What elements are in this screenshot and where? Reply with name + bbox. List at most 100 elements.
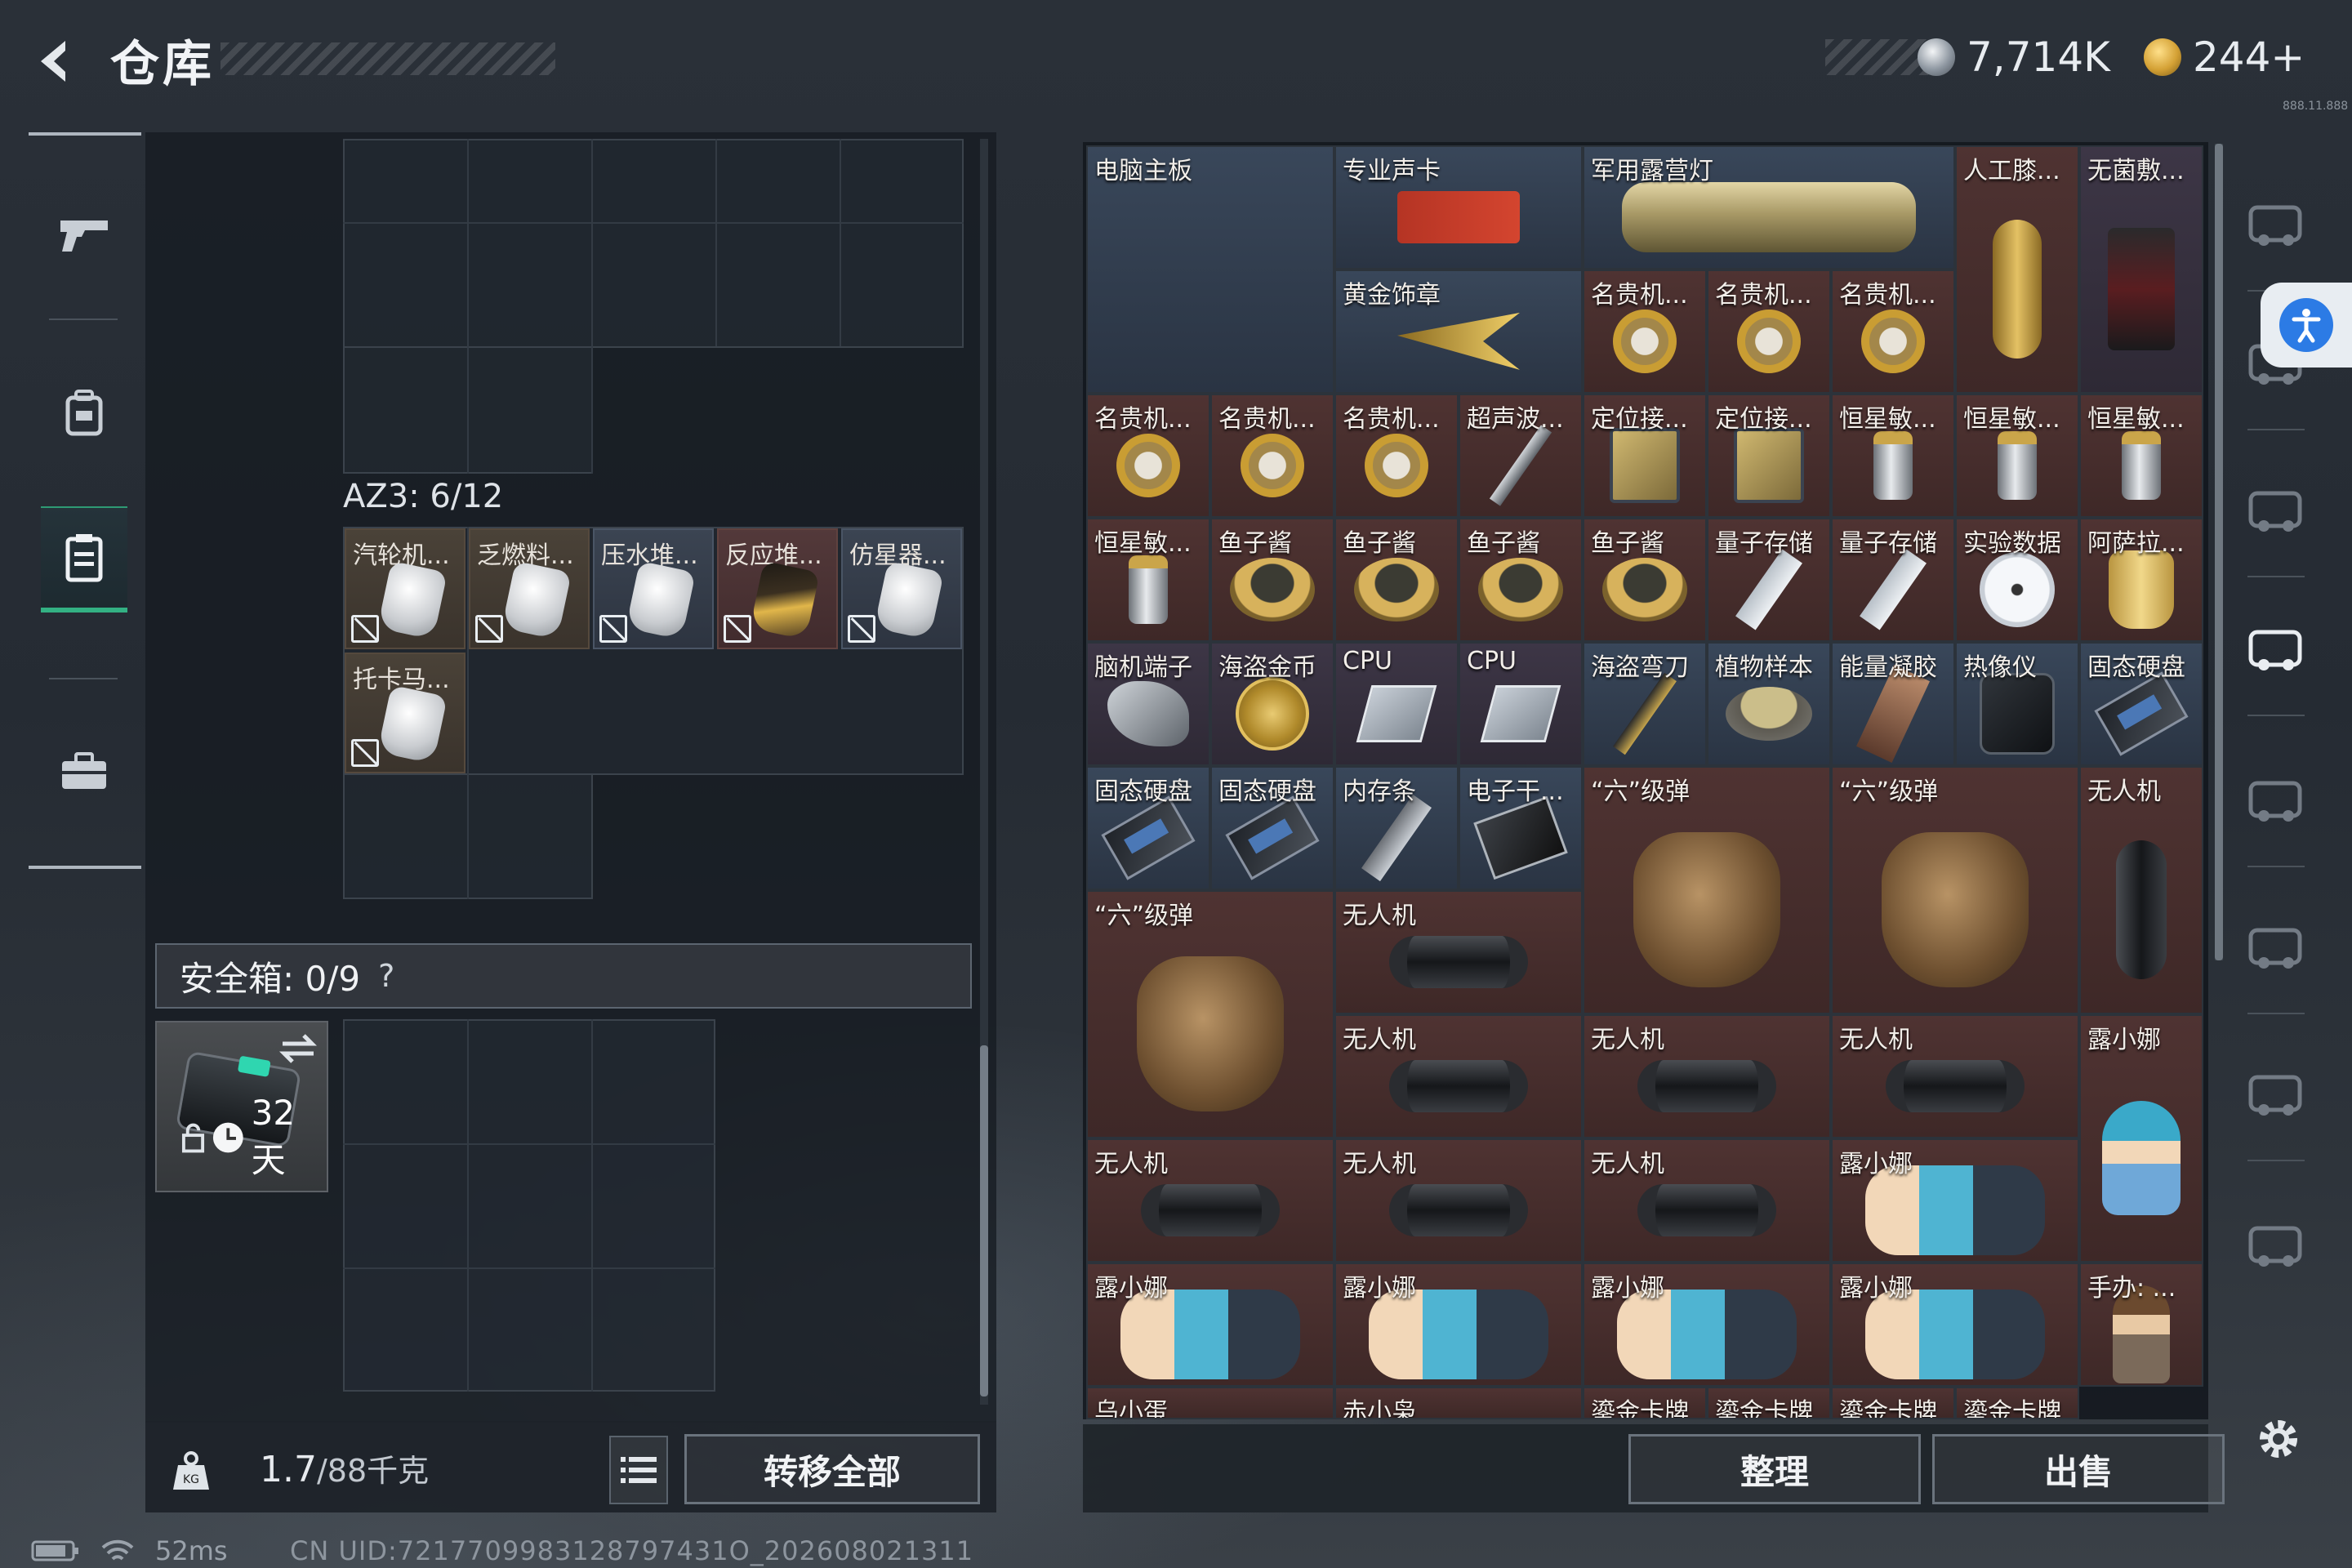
- storage-item[interactable]: 超声波...: [1459, 394, 1583, 518]
- vehicle-slot[interactable]: [2242, 1058, 2309, 1125]
- storage-item[interactable]: 专业声卡: [1334, 145, 1583, 270]
- storage-item[interactable]: 露小娜: [1583, 1263, 1831, 1387]
- storage-item[interactable]: 植物样本: [1707, 642, 1831, 766]
- backpack-item[interactable]: 反应堆...: [717, 528, 838, 649]
- storage-item[interactable]: 内存条: [1334, 766, 1459, 890]
- storage-scrollbar[interactable]: [2215, 144, 2223, 960]
- storage-item[interactable]: 露小娜: [1831, 1138, 2079, 1263]
- storage-item[interactable]: 定位接...: [1707, 394, 1831, 518]
- storage-item[interactable]: 无人机: [1583, 1014, 1831, 1138]
- vehicle-slot[interactable]: [2242, 764, 2309, 831]
- storage-item[interactable]: 名贵机...: [1334, 394, 1459, 518]
- storage-scrollbar-thumb[interactable]: [2215, 144, 2223, 960]
- storage-item[interactable]: 无人机: [1334, 890, 1583, 1014]
- storage-item[interactable]: 无人机: [1334, 1014, 1583, 1138]
- storage-item[interactable]: 固态硬盘: [1210, 766, 1334, 890]
- storage-item[interactable]: “六”级弹: [1086, 890, 1334, 1138]
- storage-item[interactable]: 量子存储: [1831, 518, 1955, 642]
- storage-item[interactable]: 无人机: [2079, 766, 2203, 1014]
- storage-item[interactable]: 名贵机...: [1707, 270, 1831, 394]
- storage-item[interactable]: 鱼子酱: [1459, 518, 1583, 642]
- storage-item[interactable]: 电子干...: [1459, 766, 1583, 890]
- storage-item[interactable]: 赤小枭: [1334, 1387, 1583, 1419]
- storage-item[interactable]: 定位接...: [1583, 394, 1707, 518]
- nav-container[interactable]: [41, 506, 127, 612]
- storage-item[interactable]: 鎏金卡牌: [1831, 1387, 1955, 1419]
- storage-item[interactable]: 露小娜: [2079, 1014, 2203, 1263]
- storage-item[interactable]: 量子存储: [1707, 518, 1831, 642]
- vehicle-slot[interactable]: [2242, 188, 2309, 255]
- vehicle-slot[interactable]: [2242, 612, 2309, 679]
- storage-item[interactable]: “六”级弹: [1831, 766, 2079, 1014]
- storage-item[interactable]: 鱼子酱: [1334, 518, 1459, 642]
- back-button[interactable]: [26, 33, 83, 90]
- storage-item[interactable]: 无人机: [1583, 1138, 1831, 1263]
- sell-button[interactable]: 出售: [1932, 1434, 2225, 1504]
- backpack-item[interactable]: 仿星器...: [841, 528, 962, 649]
- safe-box-item[interactable]: 32天: [155, 1021, 328, 1192]
- swap-icon[interactable]: [279, 1032, 317, 1065]
- storage-item[interactable]: 实验数据: [1955, 518, 2079, 642]
- storage-item[interactable]: 恒星敏...: [1086, 518, 1210, 642]
- vehicle-slot[interactable]: [2242, 474, 2309, 541]
- grid-slot[interactable]: [343, 139, 964, 348]
- storage-item[interactable]: 乌小蛋: [1086, 1387, 1334, 1419]
- vehicle-slot[interactable]: [2242, 911, 2309, 978]
- list-view-button[interactable]: [609, 1436, 668, 1504]
- storage-item[interactable]: 海盗弯刀: [1583, 642, 1707, 766]
- storage-item[interactable]: 露小娜: [1831, 1263, 2079, 1387]
- nav-armor[interactable]: [41, 359, 127, 466]
- nav-case[interactable]: [41, 719, 127, 825]
- backpack-item[interactable]: 乏燃料...: [469, 528, 590, 649]
- currency-gold[interactable]: 244+: [2144, 31, 2305, 83]
- backpack-item[interactable]: 托卡马...: [345, 653, 466, 773]
- storage-item[interactable]: 无人机: [1086, 1138, 1334, 1263]
- nav-weapon[interactable]: [41, 181, 127, 287]
- storage-item[interactable]: CPU: [1459, 642, 1583, 766]
- storage-item[interactable]: 电脑主板: [1086, 145, 1334, 394]
- storage-item[interactable]: 鎏金卡牌: [1707, 1387, 1831, 1419]
- storage-item[interactable]: 鱼子酱: [1210, 518, 1334, 642]
- storage-item[interactable]: 恒星敏...: [2079, 394, 2203, 518]
- sort-button[interactable]: 整理: [1628, 1434, 1921, 1504]
- storage-item[interactable]: 热像仪: [1955, 642, 2079, 766]
- storage-item[interactable]: 恒星敏...: [1831, 394, 1955, 518]
- storage-item[interactable]: CPU: [1334, 642, 1459, 766]
- storage-item[interactable]: 名贵机...: [1086, 394, 1210, 518]
- vehicle-slot[interactable]: [2242, 1209, 2309, 1276]
- storage-item[interactable]: 无菌敷...: [2079, 145, 2203, 394]
- storage-item[interactable]: “六”级弹: [1583, 766, 1831, 1014]
- transfer-all-button[interactable]: 转移全部: [684, 1434, 980, 1504]
- currency-silver[interactable]: 7,714K: [1918, 31, 2110, 83]
- storage-item[interactable]: 恒星敏...: [1955, 394, 2079, 518]
- storage-item[interactable]: 鎏金卡牌: [1955, 1387, 2079, 1419]
- storage-item[interactable]: 军用露营灯: [1583, 145, 1955, 270]
- backpack-item[interactable]: 压水堆...: [593, 528, 714, 649]
- storage-item[interactable]: 固态硬盘: [1086, 766, 1210, 890]
- left-scrollbar-thumb[interactable]: [980, 1045, 988, 1396]
- storage-item[interactable]: 脑机端子: [1086, 642, 1210, 766]
- storage-item[interactable]: 露小娜: [1086, 1263, 1334, 1387]
- storage-item[interactable]: 阿萨拉...: [2079, 518, 2203, 642]
- left-scrollbar[interactable]: [980, 139, 988, 1405]
- storage-item[interactable]: 鱼子酱: [1583, 518, 1707, 642]
- accessibility-button[interactable]: [2261, 283, 2352, 368]
- storage-item[interactable]: 无人机: [1334, 1138, 1583, 1263]
- storage-item[interactable]: 人工膝...: [1955, 145, 2079, 394]
- storage-item[interactable]: 名贵机...: [1210, 394, 1334, 518]
- storage-item[interactable]: 手办: ...: [2079, 1263, 2203, 1387]
- storage-item[interactable]: 海盗金币: [1210, 642, 1334, 766]
- help-icon[interactable]: ?: [378, 958, 394, 994]
- weight-lock-button[interactable]: KG: [157, 1437, 225, 1506]
- storage-item[interactable]: 名贵机...: [1583, 270, 1707, 394]
- storage-item[interactable]: 固态硬盘: [2079, 642, 2203, 766]
- storage-item[interactable]: 能量凝胶: [1831, 642, 1955, 766]
- backpack-item[interactable]: 汽轮机...: [345, 528, 466, 649]
- storage-item[interactable]: 鎏金卡牌: [1583, 1387, 1707, 1419]
- item-name: 无人机: [1591, 1026, 1664, 1054]
- settings-button[interactable]: [2247, 1408, 2310, 1470]
- storage-item[interactable]: 无人机: [1831, 1014, 2079, 1138]
- storage-item[interactable]: 黄金饰章: [1334, 270, 1583, 394]
- storage-item[interactable]: 名贵机...: [1831, 270, 1955, 394]
- storage-item[interactable]: 露小娜: [1334, 1263, 1583, 1387]
